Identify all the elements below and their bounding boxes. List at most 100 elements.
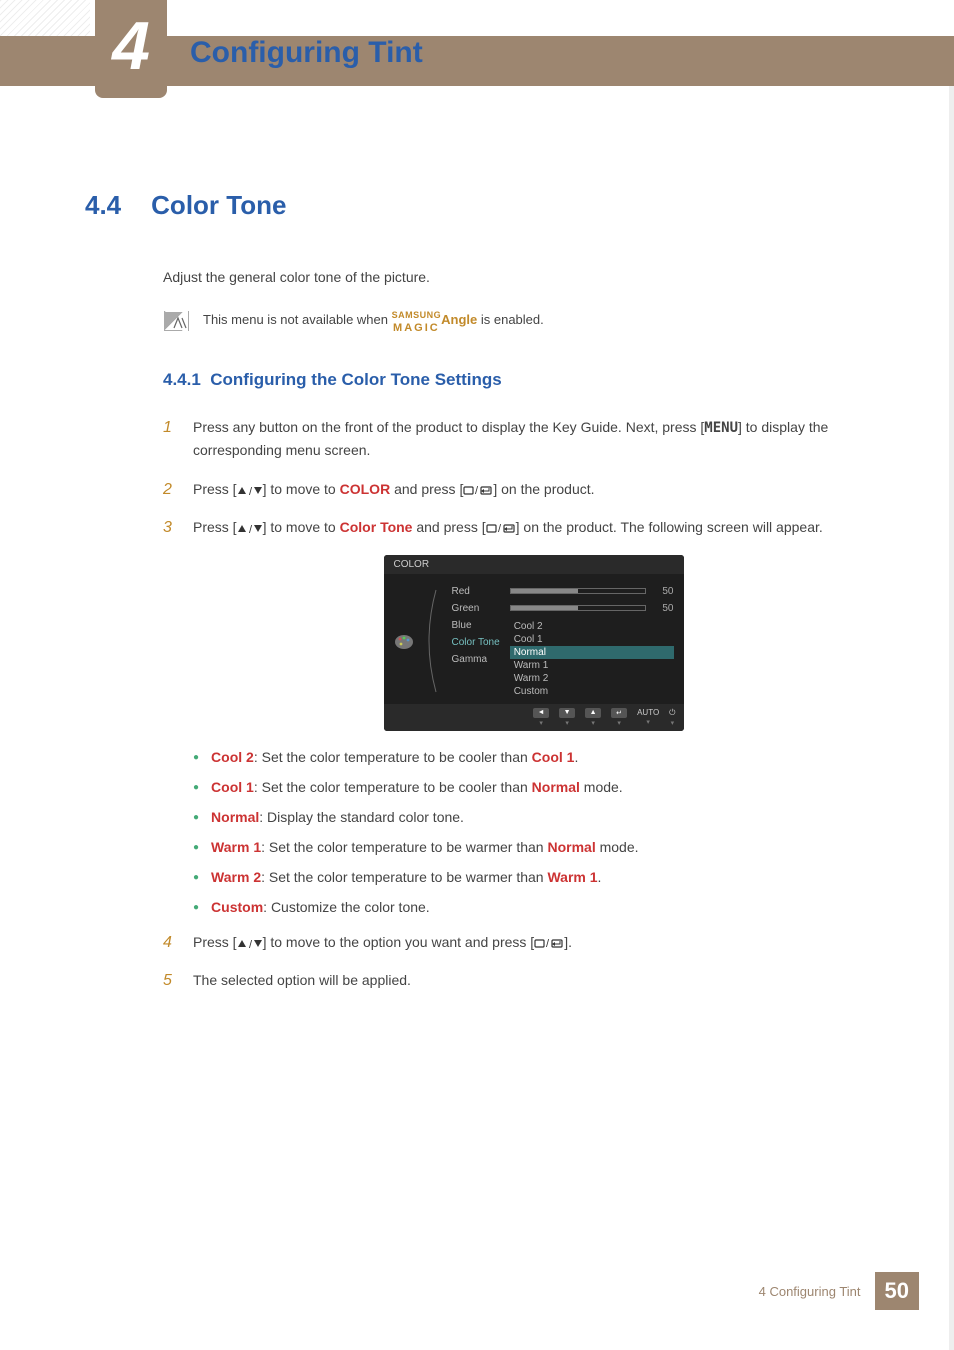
osd-right: 50 50 Cool 2 Cool 1 Normal Warm 1 Warm 2 — [510, 586, 674, 698]
step-text: Press [/] to move to Color Tone and pres… — [193, 516, 904, 538]
osd-label-blue: Blue — [452, 620, 500, 631]
section-number: 4.4 — [85, 190, 121, 221]
term: Warm 2 — [211, 869, 261, 885]
ref: Normal — [532, 779, 580, 795]
side-stripe — [949, 36, 954, 1350]
osd-btn-down: ▼▾ — [559, 708, 575, 727]
bullet-normal: ●Normal: Display the standard color tone… — [193, 809, 904, 827]
option-warm2: Warm 2 — [510, 672, 674, 685]
option-custom: Custom — [510, 685, 674, 698]
svg-text:/: / — [546, 938, 550, 949]
bullet-warm1: ●Warm 1: Set the color temperature to be… — [193, 839, 904, 857]
note-prefix: This menu is not available when — [203, 312, 392, 327]
step-3: 3 Press [/] to move to Color Tone and pr… — [163, 516, 904, 538]
osd-left: Red Green Blue Color Tone Gamma — [394, 586, 500, 698]
up-down-icon: / — [237, 934, 263, 950]
svg-text:/: / — [249, 524, 253, 534]
option-descriptions: ●Cool 2: Set the color temperature to be… — [193, 749, 904, 917]
t: Press [ — [193, 519, 237, 535]
osd-labels: Red Green Blue Color Tone Gamma — [452, 586, 500, 698]
bullet-warm2: ● Warm 2: Set the color temperature to be… — [193, 869, 904, 887]
t: Press [ — [193, 481, 237, 497]
footer-text: 4 Configuring Tint — [759, 1284, 861, 1299]
page-footer: 4 Configuring Tint 50 — [759, 1272, 919, 1310]
t: . — [574, 749, 578, 765]
bullet-dot-icon: ● — [193, 869, 199, 887]
t: : Customize the color tone. — [263, 899, 430, 915]
brand-bottom: MAGIC — [393, 322, 440, 334]
bullet-custom: ●Custom: Customize the color tone. — [193, 899, 904, 917]
slider-value: 50 — [654, 603, 674, 614]
ref: Warm 1 — [547, 869, 597, 885]
subsection-title: Configuring the Color Tone Settings — [210, 370, 502, 389]
note-icon — [163, 311, 189, 331]
slider-red: 50 — [510, 586, 674, 597]
osd-footer: ◄▾ ▼▾ ▲▾ ↵▾ AUTO▾ ⏻▾ — [384, 704, 684, 731]
t: ] on the product. — [493, 481, 594, 497]
content-area: 4.4 Color Tone Adjust the general color … — [85, 190, 904, 1007]
step-number: 2 — [163, 481, 175, 499]
t: Press any button on the front of the pro… — [193, 419, 704, 435]
osd-screenshot: COLOR Red Green Blue Color To — [163, 555, 904, 731]
step-text: The selected option will be applied. — [193, 969, 904, 991]
step-number: 3 — [163, 519, 175, 537]
term: Warm 1 — [211, 839, 261, 855]
up-down-icon: / — [237, 481, 263, 497]
section-title: Color Tone — [151, 190, 286, 221]
option-cool2: Cool 2 — [510, 620, 674, 633]
bullet-dot-icon: ● — [193, 839, 199, 857]
osd-label-red: Red — [452, 586, 500, 597]
osd-dropdown: Cool 2 Cool 1 Normal Warm 1 Warm 2 Custo… — [510, 620, 674, 698]
t: : Set the color temperature to be cooler… — [254, 749, 532, 765]
note-text: This menu is not available when SAMSUNGM… — [203, 307, 544, 334]
osd-body: Red Green Blue Color Tone Gamma 50 — [384, 574, 684, 704]
menu-key: MENU — [704, 420, 738, 436]
bullet-cool2: ●Cool 2: Set the color temperature to be… — [193, 749, 904, 767]
up-down-icon: / — [237, 519, 263, 535]
slider-fill — [511, 606, 578, 610]
step-5: 5 The selected option will be applied. — [163, 969, 904, 991]
step-number: 1 — [163, 419, 175, 437]
bullet-dot-icon: ● — [193, 899, 199, 917]
bullet-dot-icon: ● — [193, 809, 199, 827]
step-1: 1 Press any button on the front of the p… — [163, 416, 904, 462]
t: mode. — [580, 779, 623, 795]
step-number: 5 — [163, 972, 175, 990]
option-cool1: Cool 1 — [510, 633, 674, 646]
t: Press [ — [193, 934, 237, 950]
osd-label-gamma: Gamma — [452, 654, 500, 665]
keyword-color: COLOR — [340, 481, 391, 497]
note: This menu is not available when SAMSUNGM… — [163, 307, 904, 334]
source-enter-icon: / — [486, 519, 516, 535]
t: : Set the color temperature to be warmer… — [261, 869, 547, 885]
keyword-colortone: Color Tone — [340, 519, 413, 535]
bullet-dot-icon: ● — [193, 779, 199, 797]
slider-fill — [511, 589, 578, 593]
osd-arc — [426, 586, 444, 696]
ref: Normal — [547, 839, 595, 855]
slider-value: 50 — [654, 586, 674, 597]
step-number: 4 — [163, 934, 175, 952]
svg-text:/: / — [475, 485, 479, 496]
footer-page-number: 50 — [875, 1272, 919, 1310]
bullet-cool1: ●Cool 1: Set the color temperature to be… — [193, 779, 904, 797]
option-warm1: Warm 1 — [510, 659, 674, 672]
note-suffix: is enabled. — [477, 312, 544, 327]
term: Normal — [211, 809, 259, 825]
bullet-dot-icon: ● — [193, 749, 199, 767]
steps: 1 Press any button on the front of the p… — [163, 416, 904, 991]
t: . — [598, 869, 602, 885]
chapter-title: Configuring Tint — [190, 36, 423, 70]
step-4: 4 Press [/] to move to the option you wa… — [163, 931, 904, 953]
slider-green: 50 — [510, 603, 674, 614]
t: ] to move to — [263, 519, 340, 535]
osd-btn-auto: AUTO▾ — [637, 708, 659, 726]
palette-icon — [394, 586, 418, 698]
t: : Set the color temperature to be cooler… — [254, 779, 532, 795]
svg-text:/: / — [249, 486, 253, 496]
osd-label-colortone: Color Tone — [452, 637, 500, 648]
t: ] to move to — [263, 481, 340, 497]
t: ]. — [564, 934, 572, 950]
t: and press [ — [390, 481, 463, 497]
slider-track — [510, 605, 646, 611]
